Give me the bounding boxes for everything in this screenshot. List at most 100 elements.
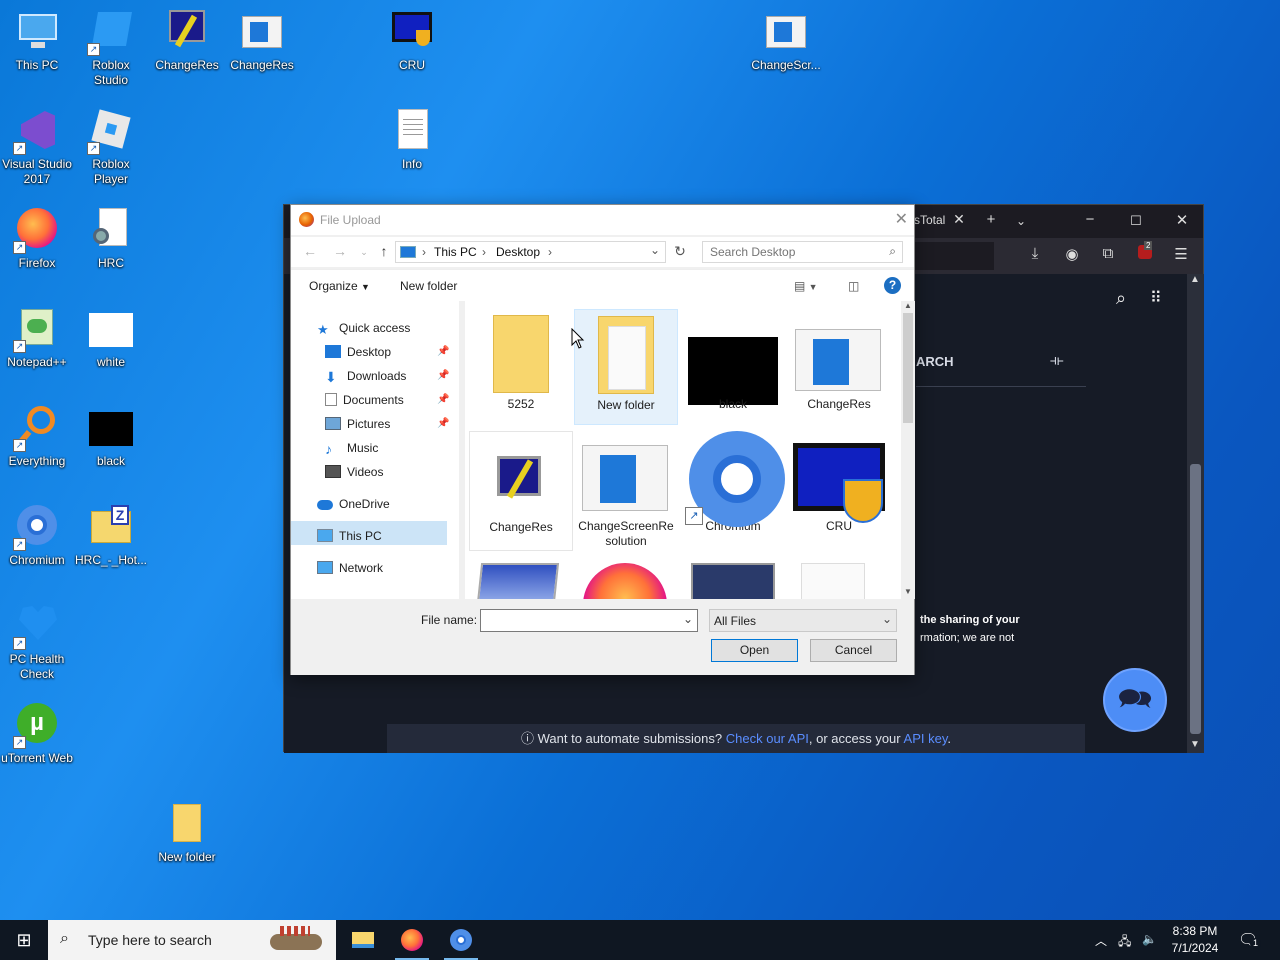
desktop-icon-notepadpp[interactable]: ↗ Notepad++	[0, 305, 74, 370]
nav-downloads[interactable]: ⬇ Downloads 📌	[325, 365, 455, 387]
desktop-icon-roblox-player[interactable]: ↗ Roblox Player	[74, 107, 148, 187]
desktop-icon-hrc-hot[interactable]: Z HRC_-_Hot...	[74, 503, 148, 568]
desktop-icon-changeres-2[interactable]: ChangeRes	[225, 8, 299, 73]
forward-arrow-icon[interactable]: →	[331, 243, 349, 259]
search-input[interactable]	[710, 245, 880, 259]
start-button[interactable]: ⊞	[0, 920, 48, 960]
notification-center-button[interactable]: 🗨 1	[1234, 928, 1264, 952]
api-key-link[interactable]: API key	[904, 731, 948, 746]
new-tab-icon[interactable]: +	[976, 211, 1006, 228]
desktop-icon-chromium[interactable]: ↗ Chromium	[0, 503, 74, 568]
scroll-up-icon[interactable]: ▲	[1190, 274, 1200, 285]
search-tab-fragment[interactable]: ARCH	[916, 354, 954, 369]
desktop-icon-changescreen[interactable]: ChangeScr...	[749, 8, 823, 73]
breadcrumb-desktop[interactable]: Desktop	[496, 245, 540, 259]
search-icon[interactable]: ⌕	[1116, 288, 1126, 309]
show-hidden-icons-chevron-icon[interactable]: ︿	[1095, 932, 1107, 949]
recent-chevron-icon[interactable]: ⌄	[355, 247, 373, 258]
file-type-select[interactable]: All Files ⌄	[709, 609, 897, 632]
menu-icon[interactable]: ☰	[1170, 245, 1192, 263]
volume-muted-icon[interactable]: 🔈	[1142, 932, 1157, 946]
file-item-changeres-1[interactable]: ChangeRes	[787, 309, 891, 425]
desktop-icon-roblox-studio[interactable]: ↗ Roblox Studio	[74, 8, 148, 88]
window-close-icon[interactable]: ✕	[1167, 211, 1197, 229]
nav-pictures[interactable]: Pictures 📌	[325, 413, 455, 435]
cancel-button[interactable]: Cancel	[810, 639, 897, 662]
desktop-icon-everything[interactable]: ↗ Everything	[0, 404, 74, 469]
pin-icon[interactable]: 📌	[437, 413, 449, 435]
check-api-link[interactable]: Check our API	[726, 731, 809, 746]
file-list-scrollbar[interactable]: ▲ ▼	[901, 301, 915, 599]
scroll-down-icon[interactable]: ▼	[904, 587, 912, 596]
pin-icon[interactable]: 📌	[437, 341, 449, 363]
address-dropdown-icon[interactable]: ⌄	[650, 243, 660, 257]
desktop-icon-utorrent[interactable]: µ ↗ uTorrent Web	[0, 701, 74, 766]
up-arrow-icon[interactable]: ↑	[375, 243, 393, 259]
pin-icon[interactable]: 📌	[437, 389, 449, 411]
desktop-icon-new-folder[interactable]: New folder	[150, 800, 224, 865]
preview-pane-icon[interactable]: ◫	[848, 279, 859, 293]
url-bar-fragment[interactable]	[914, 242, 994, 270]
desktop-icon-changeres-1[interactable]: ChangeRes	[150, 8, 224, 73]
account-icon[interactable]: ◉	[1061, 245, 1083, 263]
file-item-partial-4[interactable]	[801, 563, 865, 599]
network-icon[interactable]: 🖧	[1118, 932, 1131, 953]
taskbar-firefox[interactable]	[389, 920, 435, 960]
taskbar-file-explorer[interactable]	[340, 920, 386, 960]
minimize-icon[interactable]: −	[1075, 211, 1105, 228]
desktop-icon-firefox[interactable]: ↗ Firefox	[0, 206, 74, 271]
nav-network[interactable]: Network	[317, 557, 383, 579]
file-item-partial-2[interactable]	[583, 563, 667, 599]
file-item-changescreen-solution[interactable]: ChangeScreenRe solution	[574, 431, 678, 551]
file-item-black[interactable]: black	[681, 309, 785, 425]
back-arrow-icon[interactable]: ←	[301, 243, 319, 259]
desktop-icon-white[interactable]: white	[74, 305, 148, 370]
desktop-icon-cru[interactable]: CRU	[375, 8, 449, 73]
nav-desktop[interactable]: Desktop 📌	[325, 341, 455, 363]
new-folder-button[interactable]: New folder	[400, 279, 457, 293]
search-icon[interactable]: ⌕	[889, 244, 896, 259]
extensions-icon[interactable]: ⧉	[1097, 245, 1119, 262]
desktop-icon-visual-studio[interactable]: ↗ Visual Studio 2017	[0, 107, 74, 187]
search-box[interactable]: ⌕	[702, 241, 903, 263]
nav-quick-access[interactable]: ★ Quick access	[317, 317, 410, 339]
desktop-icon-info[interactable]: Info	[375, 107, 449, 172]
desktop-icon-pc-health-check[interactable]: ↗ PC Health Check	[0, 602, 74, 682]
download-icon[interactable]: ⤓	[1024, 245, 1046, 262]
nav-music[interactable]: ♪ Music	[325, 437, 378, 459]
nav-onedrive[interactable]: OneDrive	[317, 493, 390, 515]
chat-button[interactable]: 🗪	[1103, 668, 1167, 732]
address-bar[interactable]: › This PC › Desktop › ⌄	[395, 241, 666, 263]
file-item-partial-3[interactable]	[691, 563, 775, 599]
browser-scrollbar[interactable]: ▲ ▼	[1187, 274, 1204, 753]
tab-list-chevron-icon[interactable]: ⌄	[1006, 214, 1036, 228]
clock[interactable]: 8:38 PM 7/1/2024	[1164, 923, 1226, 957]
nav-this-pc[interactable]: This PC	[317, 525, 382, 547]
file-item-changeres-2[interactable]: ChangeRes	[469, 431, 573, 551]
scroll-up-icon[interactable]: ▲	[904, 301, 912, 310]
desktop-icon-this-pc[interactable]: This PC	[0, 8, 74, 73]
apps-grid-icon[interactable]: ⠿	[1150, 288, 1162, 308]
file-name-dropdown-icon[interactable]: ⌄	[683, 612, 693, 626]
file-name-field[interactable]: ⌄	[480, 609, 698, 632]
file-item-cru[interactable]: CRU	[787, 431, 891, 551]
scroll-thumb[interactable]	[903, 313, 913, 423]
audio-icon[interactable]: ⟛	[1050, 352, 1064, 369]
file-item-5252[interactable]: 5252	[469, 309, 573, 425]
file-item-partial-1[interactable]	[476, 563, 560, 599]
maximize-icon[interactable]: ☐	[1121, 213, 1151, 229]
scroll-down-icon[interactable]: ▼	[1190, 739, 1200, 750]
organize-button[interactable]: Organize ▼	[309, 279, 370, 293]
scroll-thumb[interactable]	[1190, 464, 1201, 734]
nav-videos[interactable]: Videos	[325, 461, 383, 483]
file-item-new-folder[interactable]: New folder	[574, 309, 678, 425]
desktop-icon-hrc[interactable]: HRC	[74, 206, 148, 271]
view-options-icon[interactable]: ▤ ▼	[794, 279, 818, 293]
taskbar-chromium[interactable]	[438, 920, 484, 960]
desktop-icon-black[interactable]: black	[74, 404, 148, 469]
file-item-chromium[interactable]: ↗ Chromium	[681, 431, 785, 551]
help-icon[interactable]: ?	[884, 277, 901, 294]
open-button[interactable]: Open	[711, 639, 798, 662]
breadcrumb-this-pc[interactable]: This PC	[434, 245, 477, 259]
nav-documents[interactable]: Documents 📌	[325, 389, 455, 411]
